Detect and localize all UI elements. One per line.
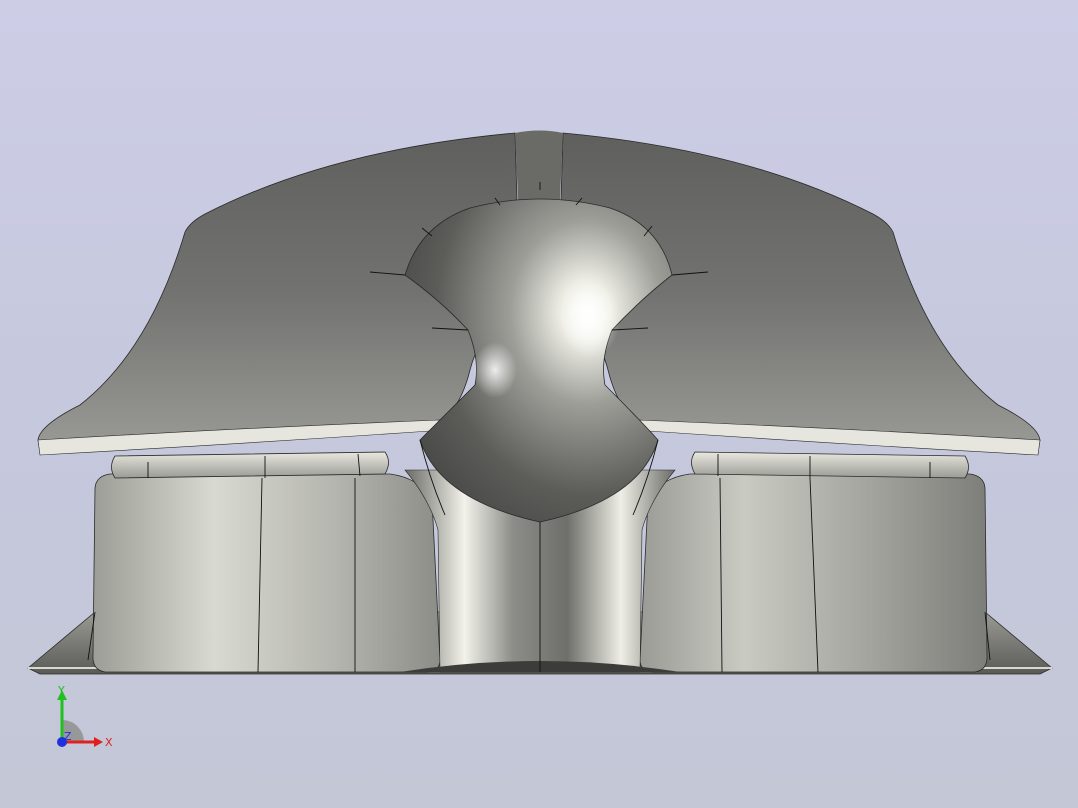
x-axis-arrow bbox=[94, 737, 103, 747]
ball-highlight-right bbox=[560, 282, 620, 358]
3d-viewport[interactable]: Y X Z bbox=[0, 0, 1078, 808]
z-axis-label: Z bbox=[64, 730, 72, 743]
cad-model[interactable] bbox=[0, 0, 1078, 808]
left-ledge bbox=[111, 451, 389, 479]
axis-triad: Y X Z bbox=[57, 684, 113, 749]
x-axis-label: X bbox=[105, 736, 113, 749]
right-ledge bbox=[691, 451, 969, 479]
left-box bbox=[92, 473, 441, 673]
y-axis-label: Y bbox=[57, 684, 65, 697]
ball-highlight-left bbox=[473, 342, 517, 398]
